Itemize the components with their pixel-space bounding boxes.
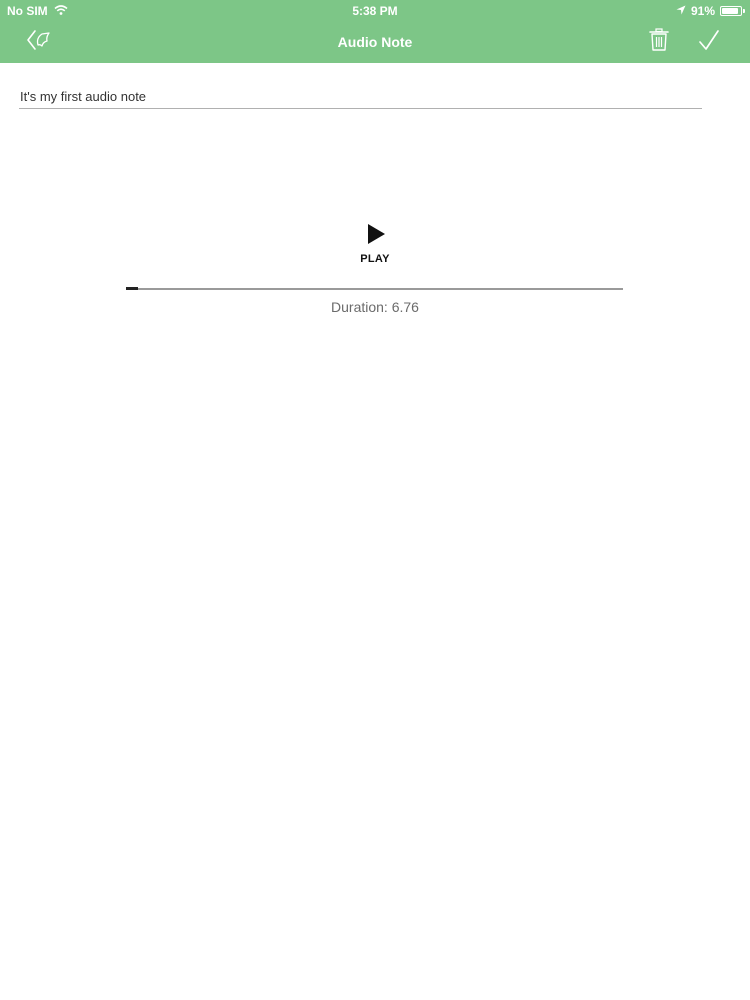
progress-rail	[126, 288, 623, 290]
audio-note-screen: No SIM 5:38 PM 91% Audio Note It's my fi…	[0, 0, 750, 1000]
status-time: 5:38 PM	[352, 4, 398, 18]
duration-label: Duration: 6.76	[331, 299, 419, 315]
play-button[interactable]: PLAY	[344, 217, 406, 271]
nav-bar: Audio Note	[0, 22, 750, 63]
battery-tip	[743, 9, 745, 13]
status-bar: No SIM 5:38 PM 91%	[0, 0, 750, 22]
location-arrow-icon	[676, 4, 686, 18]
play-icon	[366, 223, 386, 245]
play-label: PLAY	[360, 253, 390, 265]
battery-percent: 91%	[690, 4, 715, 18]
nav-title: Audio Note	[337, 34, 413, 50]
progress-fill	[126, 287, 139, 290]
checkmark-icon	[698, 29, 720, 56]
status-right: 91%	[676, 4, 745, 18]
header: No SIM 5:38 PM 91% Audio Note	[0, 0, 750, 63]
done-button[interactable]	[694, 28, 724, 56]
note-title-input[interactable]	[19, 85, 702, 109]
battery-level-fill	[722, 8, 739, 14]
battery-icon	[720, 6, 745, 16]
delete-button[interactable]	[644, 27, 674, 57]
trash-icon	[649, 27, 669, 57]
playback-progress-slider[interactable]	[126, 287, 623, 290]
